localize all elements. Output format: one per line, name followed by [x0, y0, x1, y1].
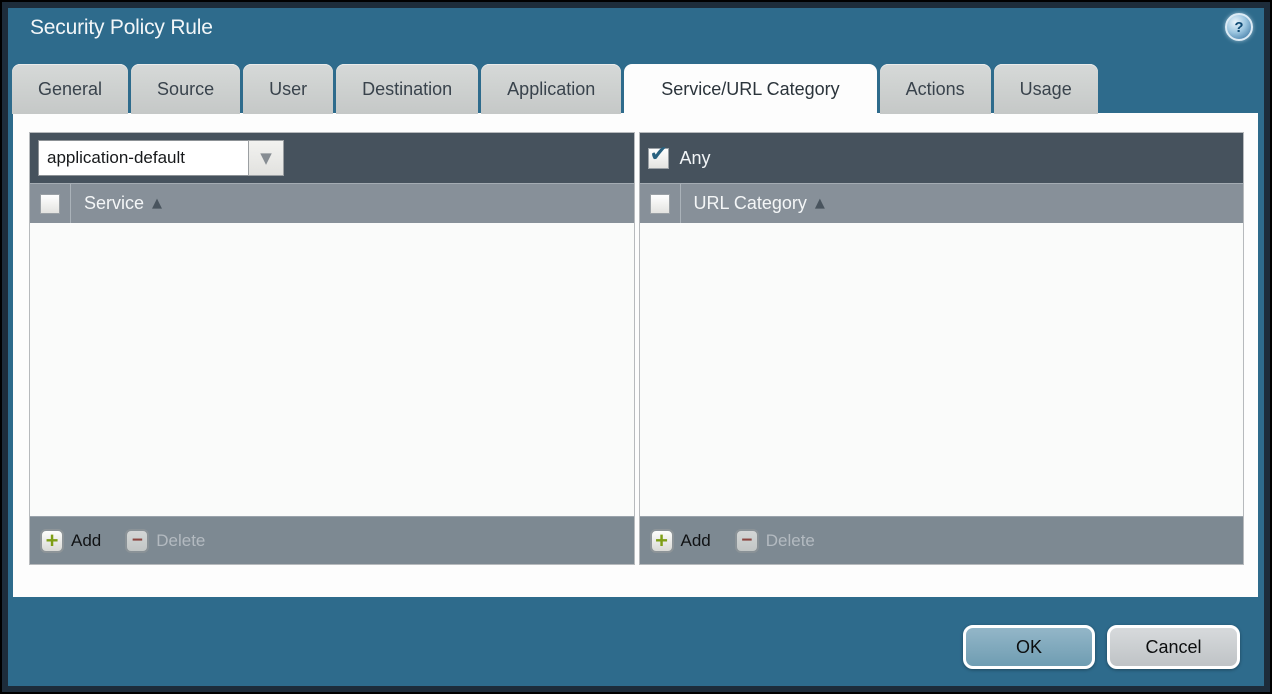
tab-content-service-url-category: ▼ Service ▲ + Add − Delete — [13, 113, 1258, 597]
service-delete-button[interactable]: − Delete — [125, 529, 205, 553]
service-column-header-row: Service ▲ — [30, 183, 634, 223]
service-delete-label: Delete — [156, 531, 205, 551]
tab-user[interactable]: User — [243, 64, 333, 114]
tab-usage[interactable]: Usage — [994, 64, 1098, 114]
url-category-select-all-checkbox[interactable] — [650, 194, 670, 214]
service-column-header[interactable]: Service — [84, 193, 144, 214]
security-policy-rule-dialog: Security Policy Rule ? General Source Us… — [2, 2, 1270, 692]
delete-icon: − — [125, 529, 149, 553]
url-category-panel: Any URL Category ▲ + Add − Delete — [639, 132, 1245, 565]
sort-ascending-icon[interactable]: ▲ — [152, 196, 162, 211]
url-category-any-checkbox[interactable] — [648, 148, 669, 169]
url-category-panel-toolbar: + Add − Delete — [640, 516, 1244, 564]
help-icon[interactable]: ? — [1225, 13, 1253, 41]
tab-destination[interactable]: Destination — [336, 64, 478, 114]
tab-source[interactable]: Source — [131, 64, 240, 114]
service-add-button[interactable]: + Add — [40, 529, 101, 553]
service-list-empty[interactable] — [30, 223, 634, 516]
url-category-delete-button[interactable]: − Delete — [735, 529, 815, 553]
url-category-column-header-row: URL Category ▲ — [640, 183, 1244, 223]
service-select-all-checkbox[interactable] — [40, 194, 60, 214]
delete-icon: − — [735, 529, 759, 553]
tab-general[interactable]: General — [12, 64, 128, 114]
service-add-label: Add — [71, 531, 101, 551]
add-icon: + — [40, 529, 64, 553]
service-select-all-cell — [30, 184, 71, 223]
tab-bar: General Source User Destination Applicat… — [12, 64, 1098, 114]
url-category-panel-header: Any — [640, 133, 1244, 183]
url-category-any-label: Any — [680, 148, 711, 169]
url-category-list-empty[interactable] — [640, 223, 1244, 516]
url-category-add-button[interactable]: + Add — [650, 529, 711, 553]
ok-button[interactable]: OK — [963, 625, 1095, 669]
service-type-dropdown: ▼ — [38, 140, 284, 176]
add-icon: + — [650, 529, 674, 553]
url-category-add-label: Add — [681, 531, 711, 551]
url-category-select-all-cell — [640, 184, 681, 223]
tab-application[interactable]: Application — [481, 64, 621, 114]
cancel-button[interactable]: Cancel — [1107, 625, 1240, 669]
tab-service-url-category[interactable]: Service/URL Category — [624, 64, 876, 114]
sort-ascending-icon[interactable]: ▲ — [815, 196, 825, 211]
url-category-delete-label: Delete — [766, 531, 815, 551]
tab-actions[interactable]: Actions — [880, 64, 991, 114]
service-panel: ▼ Service ▲ + Add − Delete — [29, 132, 635, 565]
service-panel-toolbar: + Add − Delete — [30, 516, 634, 564]
chevron-down-icon: ▼ — [260, 151, 272, 166]
url-category-column-header[interactable]: URL Category — [694, 193, 807, 214]
service-panel-header: ▼ — [30, 133, 634, 183]
service-type-dropdown-button[interactable]: ▼ — [248, 140, 284, 176]
dialog-title: Security Policy Rule — [30, 16, 213, 40]
service-type-input[interactable] — [38, 140, 248, 176]
